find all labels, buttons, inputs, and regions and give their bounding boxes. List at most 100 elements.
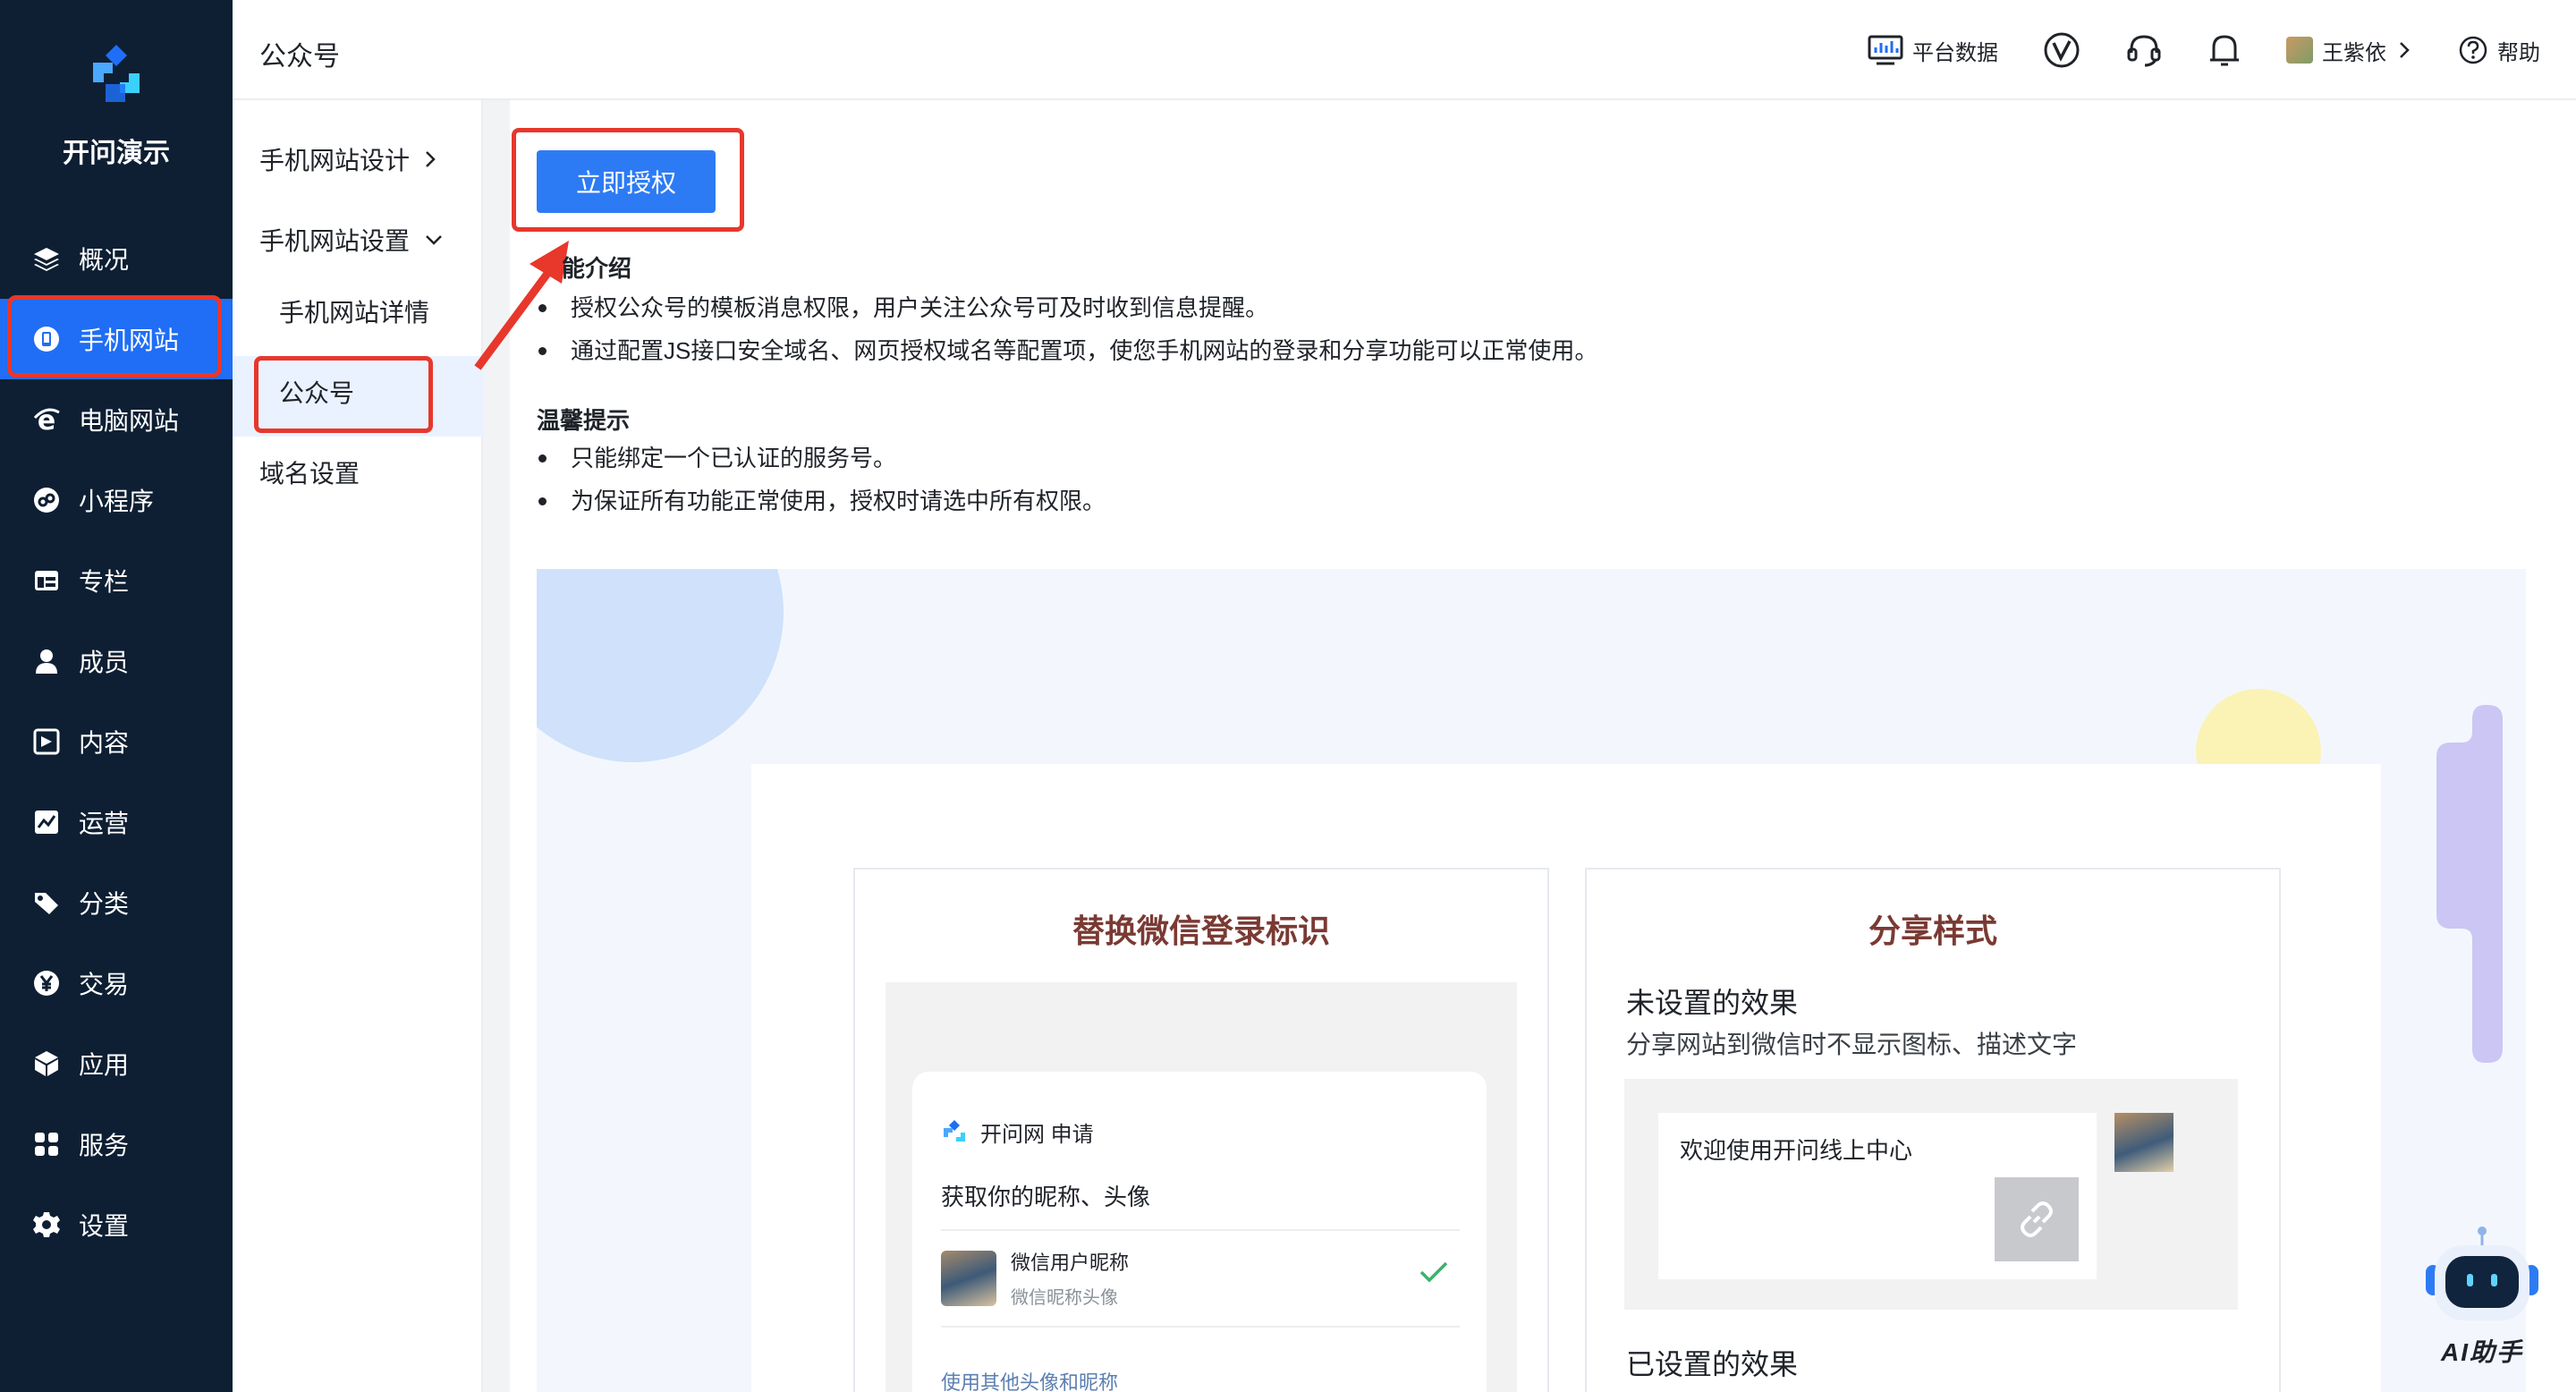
sidebar-item-label: 小程序 — [79, 488, 155, 515]
sidebar-item-overview[interactable]: 概况 — [0, 218, 233, 299]
sidebar-item-label: 分类 — [79, 890, 130, 918]
sidebar-item-label: 成员 — [79, 649, 130, 676]
platform-data-label: 平台数据 — [1912, 40, 1998, 65]
sidebar-item-label: 服务 — [79, 1132, 130, 1159]
sidebar-item-services[interactable]: 服务 — [0, 1104, 233, 1184]
sidebar-item-operations[interactable]: 运营 — [0, 782, 233, 862]
box-icon — [32, 1049, 61, 1078]
sidebar-item-pc-site[interactable]: e 电脑网站 — [0, 379, 233, 460]
vip-v-icon — [2044, 32, 2080, 68]
chevron-right-icon — [426, 151, 436, 167]
secondary-menu: 手机网站设计 手机网站设置 手机网站详情 公众号 域名设置 — [233, 100, 483, 1392]
grid-icon — [32, 1130, 61, 1159]
tips-title: 温馨提示 — [537, 407, 631, 434]
submenu-label: 手机网站详情 — [279, 299, 430, 327]
submenu-official-account[interactable]: 公众号 — [279, 374, 354, 410]
list-item: 授权公众号的模板消息权限，用户关注公众号可及时收到信息提醒。 — [538, 286, 1597, 329]
share-preview-card: 欢迎使用开问线上中心 — [1658, 1113, 2097, 1279]
unset-effect-title: 未设置的效果 — [1626, 987, 1799, 1019]
robot-icon — [2426, 1226, 2538, 1320]
intro-title: 能介绍 — [562, 255, 632, 282]
page-title: 公众号 — [259, 42, 340, 72]
customer-service-button[interactable] — [2125, 31, 2163, 69]
avatar — [2286, 37, 2313, 64]
brand-name: 开问演示 — [63, 139, 170, 168]
ai-assistant-label: AI助手 — [2440, 1338, 2523, 1366]
link-icon — [1995, 1177, 2079, 1261]
list-item: 通过配置JS接口安全域名、网页授权域名等配置项，使您手机网站的登录和分享功能可以… — [538, 329, 1597, 372]
auth-brand-text: 开问网 申请 — [980, 1123, 1094, 1147]
main-sidebar: 开问演示 概况 手机网站 e 电脑网站 小程序 专栏 成员 内容 运营 分类 交… — [0, 0, 233, 1392]
vip-button[interactable] — [2043, 31, 2080, 69]
column-icon — [32, 566, 61, 595]
sidebar-item-apps[interactable]: 应用 — [0, 1023, 233, 1104]
sidebar-item-column[interactable]: 专栏 — [0, 540, 233, 621]
unset-effect-desc: 分享网站到微信时不显示图标、描述文字 — [1626, 1031, 2078, 1058]
submenu-label: 公众号 — [279, 379, 355, 407]
sidebar-item-label: 概况 — [79, 246, 130, 274]
use-other-profile-link[interactable]: 使用其他头像和昵称 — [941, 1367, 1118, 1392]
sidebar-item-label: 电脑网站 — [79, 407, 180, 435]
sidebar-item-label: 交易 — [79, 971, 130, 998]
authorize-button[interactable]: 立即授权 — [537, 150, 716, 213]
decor-blue-circle — [537, 569, 784, 762]
chevron-right-icon — [2400, 42, 2410, 58]
submenu-mobile-design[interactable]: 手机网站设计 — [259, 141, 438, 177]
sidebar-item-category[interactable]: 分类 — [0, 862, 233, 943]
submenu-active-bg — [233, 356, 483, 437]
submenu-domain-settings[interactable]: 域名设置 — [259, 454, 360, 490]
intro-list: 授权公众号的模板消息权限，用户关注公众号可及时收到信息提醒。 通过配置JS接口安… — [538, 286, 1597, 372]
platform-data-button[interactable]: 平台数据 — [1868, 35, 1998, 66]
divider — [941, 1326, 1460, 1328]
sidebar-item-trade[interactable]: 交易 — [0, 943, 233, 1023]
bell-icon — [2210, 35, 2239, 66]
sidebar-item-label: 内容 — [79, 729, 130, 757]
sidebar-item-members[interactable]: 成员 — [0, 621, 233, 701]
user-name: 王紫依 — [2322, 40, 2386, 65]
avatar — [2114, 1113, 2174, 1172]
mobile-site-icon — [32, 325, 61, 353]
sidebar-item-label: 应用 — [79, 1051, 130, 1079]
ai-assistant-button[interactable]: AI助手 — [2415, 1226, 2549, 1369]
login-card-layer: 开问网 申请 获取你的昵称、头像 微信用户昵称 微信昵称头像 使用其他头像和昵称 — [853, 868, 1549, 1392]
auth-user-option[interactable]: 微信用户昵称 微信昵称头像 — [941, 1247, 1129, 1309]
tips-list: 只能绑定一个已认证的服务号。 为保证所有功能正常使用，授权时请选中所有权限。 — [538, 437, 1106, 522]
help-icon — [2459, 36, 2487, 64]
brand-logo-icon — [93, 45, 140, 102]
sidebar-item-label: 专栏 — [79, 568, 130, 596]
help-label: 帮助 — [2497, 40, 2540, 65]
sidebar-item-mini-program[interactable]: 小程序 — [0, 460, 233, 540]
check-icon — [1419, 1261, 1448, 1283]
sidebar-item-settings[interactable]: 设置 — [0, 1184, 233, 1265]
layers-icon — [32, 244, 61, 273]
sidebar-item-mobile-site[interactable]: 手机网站 — [0, 299, 233, 379]
brand-logo-icon — [944, 1119, 965, 1142]
user-menu[interactable]: 王紫依 — [2286, 35, 2413, 66]
top-header: 公众号 平台数据 王紫依 帮助 — [233, 0, 2576, 100]
submenu-mobile-settings[interactable]: 手机网站设置 — [259, 222, 445, 258]
wechat-avatar-label: 微信昵称头像 — [1011, 1288, 1118, 1308]
ie-icon: e — [32, 405, 61, 434]
list-item: 只能绑定一个已认证的服务号。 — [538, 437, 1106, 480]
submenu-mobile-details[interactable]: 手机网站详情 — [279, 293, 429, 329]
submenu-label: 域名设置 — [259, 460, 360, 488]
notifications-button[interactable] — [2207, 31, 2241, 69]
tag-icon — [32, 888, 61, 917]
sidebar-item-content[interactable]: 内容 — [0, 701, 233, 782]
monitor-chart-icon — [1868, 35, 1903, 65]
gear-icon — [32, 1210, 61, 1239]
help-button[interactable]: 帮助 — [2458, 35, 2540, 66]
submenu-label: 手机网站设置 — [259, 227, 411, 255]
headset-icon — [2127, 35, 2161, 67]
submenu-label: 手机网站设计 — [259, 147, 411, 174]
yen-icon — [32, 969, 61, 997]
share-style-card: 分享样式 未设置的效果 分享网站到微信时不显示图标、描述文字 欢迎使用开问线上中… — [1585, 868, 2281, 1392]
sidebar-item-label: 运营 — [79, 810, 130, 837]
content-icon — [32, 727, 61, 756]
share-preview-text: 欢迎使用开问线上中心 — [1680, 1137, 1913, 1164]
avatar — [941, 1250, 996, 1306]
wechat-nickname: 微信用户昵称 — [1011, 1252, 1130, 1274]
divider — [941, 1229, 1460, 1231]
main-nav: 概况 手机网站 e 电脑网站 小程序 专栏 成员 内容 运营 分类 交易 应用 … — [0, 218, 233, 1265]
header-tools: 平台数据 王紫依 帮助 — [1868, 0, 2540, 100]
